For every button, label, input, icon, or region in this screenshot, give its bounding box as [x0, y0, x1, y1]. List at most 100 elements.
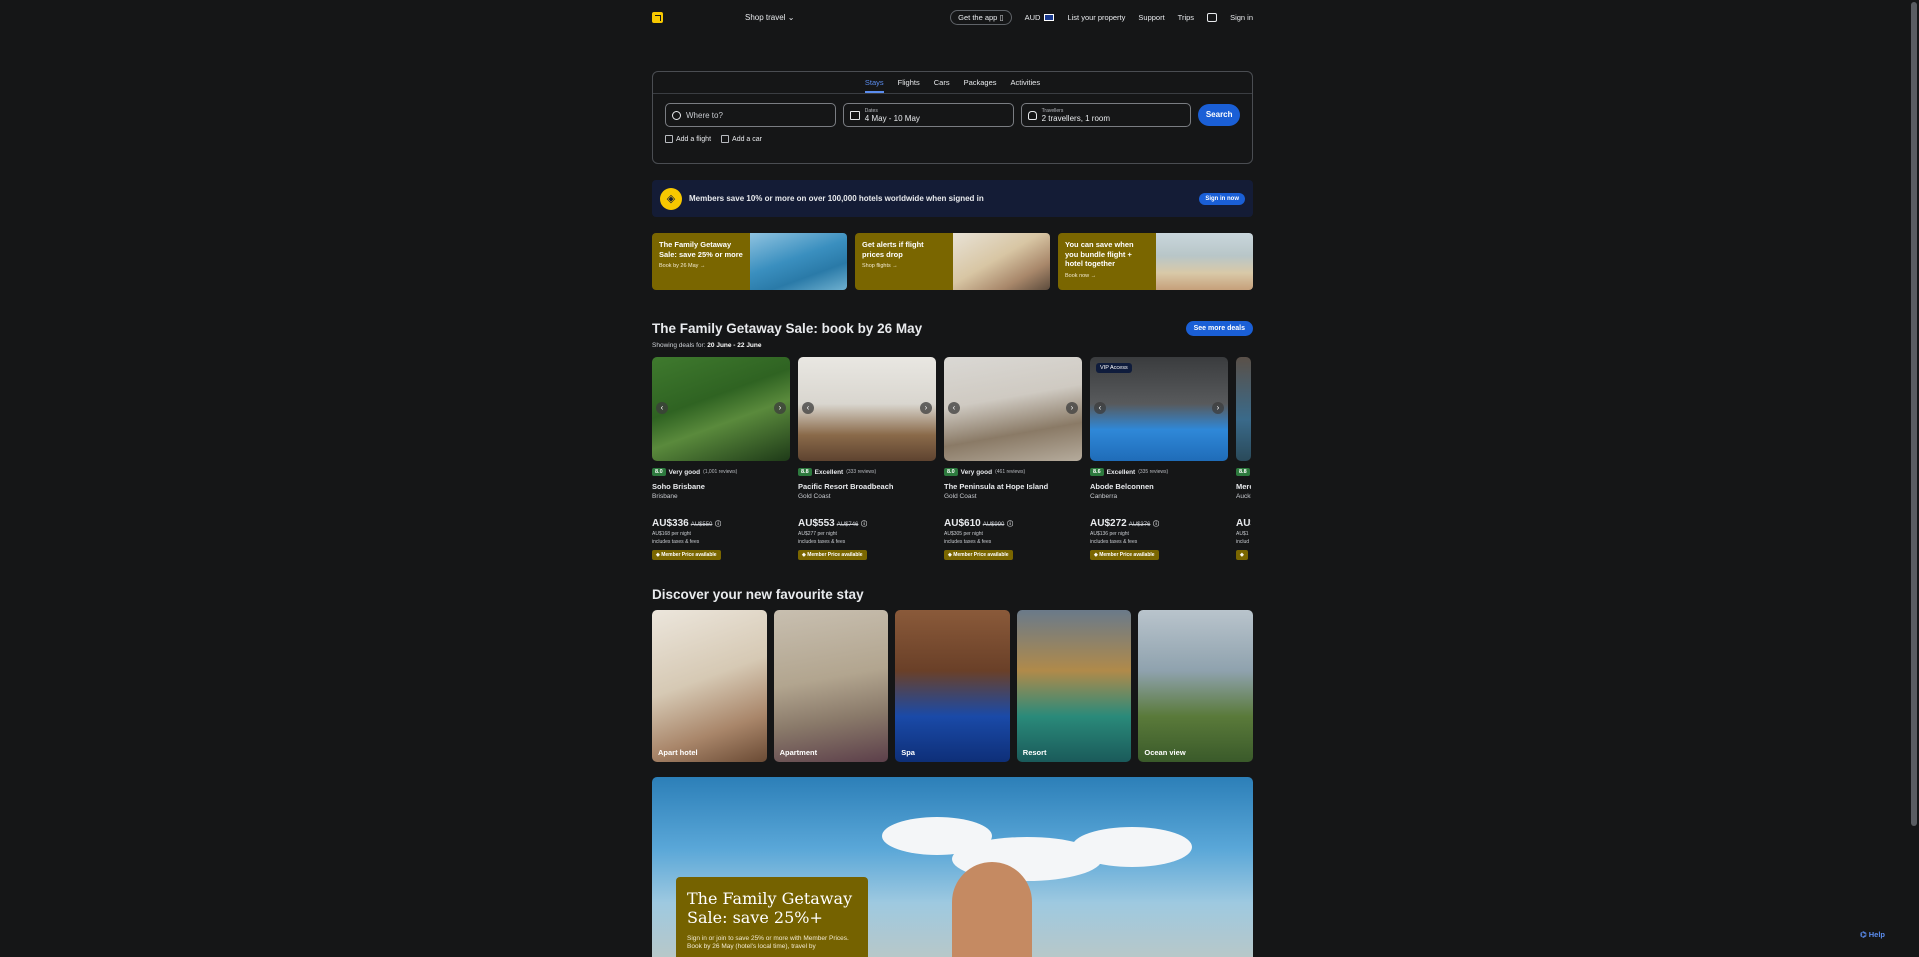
- search-button[interactable]: Search: [1198, 104, 1241, 126]
- price: AU$610: [944, 518, 981, 529]
- rating-word: Excellent: [814, 468, 844, 476]
- hero-title: The Family Getaway Sale: save 25%+: [687, 889, 853, 927]
- includes-taxes: includes taxes & fees: [1090, 539, 1138, 545]
- chevron-right-icon[interactable]: ›: [920, 402, 932, 414]
- chevron-left-icon[interactable]: ‹: [948, 402, 960, 414]
- hotel-image: ‹ ›: [652, 357, 790, 461]
- dates-field[interactable]: Dates 4 May - 10 May: [842, 103, 1014, 127]
- hotel-card[interactable]: ‹ › 8.0 Very good (1,001 reviews) Soho Bri…: [652, 357, 790, 567]
- tab-divider: [653, 93, 1252, 94]
- currency-selector[interactable]: AUD: [1025, 13, 1055, 22]
- hotel-name: Merc: [1236, 482, 1251, 491]
- hotel-image: VIP Access ‹ ›: [1090, 357, 1228, 461]
- info-icon[interactable]: ⓘ: [1007, 522, 1013, 528]
- hero-text-box: The Family Getaway Sale: save 25%+ Sign …: [676, 877, 868, 957]
- family-sale-hero[interactable]: The Family Getaway Sale: save 25%+ Sign …: [652, 777, 1253, 957]
- scrollbar[interactable]: [1911, 2, 1917, 826]
- promo-card-flight-alerts[interactable]: Get alerts if flight prices drop Shop fli…: [855, 233, 1050, 290]
- info-icon[interactable]: ⓘ: [1153, 522, 1159, 528]
- travellers-field[interactable]: Travellers 2 travellers, 1 room: [1020, 103, 1192, 127]
- promo-link[interactable]: Book by 26 May →: [659, 263, 743, 269]
- chevron-right-icon[interactable]: ›: [1066, 402, 1078, 414]
- trips-link[interactable]: Trips: [1178, 13, 1194, 22]
- old-price: AU$746: [836, 522, 859, 528]
- discover-card-resort[interactable]: Resort: [1016, 610, 1132, 762]
- hotel-card[interactable]: ‹ › 8.0 Very good (461 reviews) The Penins…: [944, 357, 1082, 567]
- tab-flights[interactable]: Flights: [898, 78, 920, 93]
- get-app-button[interactable]: Get the app ▯: [950, 9, 1012, 25]
- old-price: AU$376: [1128, 522, 1151, 528]
- sign-in-link[interactable]: Sign in: [1230, 13, 1253, 22]
- discover-card-ocean-view[interactable]: Ocean view: [1138, 610, 1253, 762]
- hotel-card[interactable]: ‹ › 8.8 Excellent (333 reviews) Pacific Re…: [798, 357, 936, 567]
- tab-activities[interactable]: Activities: [1011, 78, 1041, 93]
- chevron-right-icon[interactable]: ›: [1212, 402, 1224, 414]
- hotel-name: Abode Belconnen: [1090, 482, 1154, 491]
- hero-cloud: [1072, 827, 1192, 867]
- hotel-location: Gold Coast: [944, 493, 977, 500]
- phone-icon: ▯: [999, 12, 1004, 22]
- search-tabs: Stays Flights Cars Packages Activities: [653, 78, 1252, 93]
- discover-label: Resort: [1022, 748, 1047, 757]
- member-price-label: Member Price available: [661, 552, 717, 558]
- hero-subtitle: Sign in or join to save 25% or more with…: [687, 935, 849, 950]
- hotel-location: Brisbane: [652, 493, 678, 500]
- chevron-left-icon[interactable]: ‹: [802, 402, 814, 414]
- promo-link-label: Shop flights: [862, 263, 891, 269]
- chevron-right-icon[interactable]: ›: [774, 402, 786, 414]
- promo-card-bundle[interactable]: You can save when you bundle flight + ho…: [1058, 233, 1253, 290]
- tab-stays[interactable]: Stays: [864, 78, 884, 93]
- see-more-deals-button[interactable]: See more deals: [1185, 321, 1253, 336]
- hotel-name: Pacific Resort Broadbeach: [798, 482, 894, 491]
- rating-word: Very good: [668, 468, 701, 476]
- tab-cars[interactable]: Cars: [934, 78, 950, 93]
- promo-link[interactable]: Book now →: [1065, 273, 1149, 279]
- old-price: AU$990: [982, 522, 1005, 528]
- discover-card-apartment[interactable]: Apartment: [773, 610, 889, 762]
- hotel-location: Gold Coast: [798, 493, 831, 500]
- add-car-label: Add a car: [732, 135, 762, 143]
- info-icon[interactable]: ⓘ: [861, 522, 867, 528]
- per-night: AU$1: [1236, 531, 1249, 537]
- chevron-left-icon[interactable]: ‹: [1094, 402, 1106, 414]
- add-flight-label: Add a flight: [676, 135, 712, 143]
- add-car-checkbox[interactable]: Add a car: [721, 135, 762, 143]
- review-count: (461 reviews): [995, 469, 1026, 475]
- promo-card-family-sale[interactable]: The Family Getaway Sale: save 25% or mor…: [652, 233, 847, 290]
- discover-card-spa[interactable]: Spa: [895, 610, 1010, 762]
- per-night: AU$136 per night: [1090, 531, 1129, 537]
- member-price-badge: ◈ Member Price available: [1090, 550, 1159, 560]
- member-price-badge: ◈ Member Price available: [944, 550, 1013, 560]
- promo-image-snorkel: [750, 233, 847, 290]
- promo-link[interactable]: Shop flights →: [862, 263, 946, 269]
- showing-dates: Showing deals for: 20 June - 22 June: [652, 342, 1253, 349]
- member-price-badge: ◈ Member Price available: [798, 550, 867, 560]
- checkbox-box[interactable]: [721, 135, 730, 143]
- tab-packages[interactable]: Packages: [964, 78, 997, 93]
- hotel-card[interactable]: 8.8 Merc Auckl AU$ AU$1 includ ◈: [1236, 357, 1251, 567]
- promo-image-couple: [1156, 233, 1253, 290]
- hotel-card[interactable]: VIP Access ‹ › 8.6 Excellent (335 reviews)…: [1090, 357, 1228, 567]
- chat-icon[interactable]: [1207, 12, 1218, 22]
- chevron-left-icon[interactable]: ‹: [656, 402, 668, 414]
- help-button[interactable]: ⌬ Help: [1860, 930, 1885, 939]
- shop-travel-menu[interactable]: Shop travel ⌄: [745, 13, 794, 22]
- discover-row: Apart hotel Apartment Spa Resort Ocean v…: [652, 610, 1253, 762]
- discover-label: Apart hotel: [658, 748, 698, 757]
- promo-title: You can save when you bundle flight + ho…: [1065, 240, 1134, 268]
- list-property-link[interactable]: List your property: [1067, 13, 1125, 22]
- get-app-label: Get the app: [958, 12, 998, 22]
- rating-score: 8.8: [798, 468, 812, 476]
- hotel-image: ‹ ›: [798, 357, 936, 461]
- hotel-location: Auckl: [1236, 493, 1251, 500]
- discover-card-apart-hotel[interactable]: Apart hotel: [652, 610, 767, 762]
- chevron-down-icon: ⌄: [787, 12, 795, 22]
- sign-in-now-button[interactable]: Sign in now: [1199, 192, 1245, 205]
- checkbox-box[interactable]: [665, 135, 673, 143]
- add-flight-checkbox[interactable]: Add a flight: [665, 135, 711, 143]
- deals-header: The Family Getaway Sale: book by 26 May …: [652, 321, 1253, 336]
- info-icon[interactable]: ⓘ: [715, 522, 721, 528]
- support-link[interactable]: Support: [1138, 13, 1164, 22]
- logo-icon[interactable]: [652, 11, 663, 23]
- destination-field[interactable]: Where to?: [665, 103, 836, 127]
